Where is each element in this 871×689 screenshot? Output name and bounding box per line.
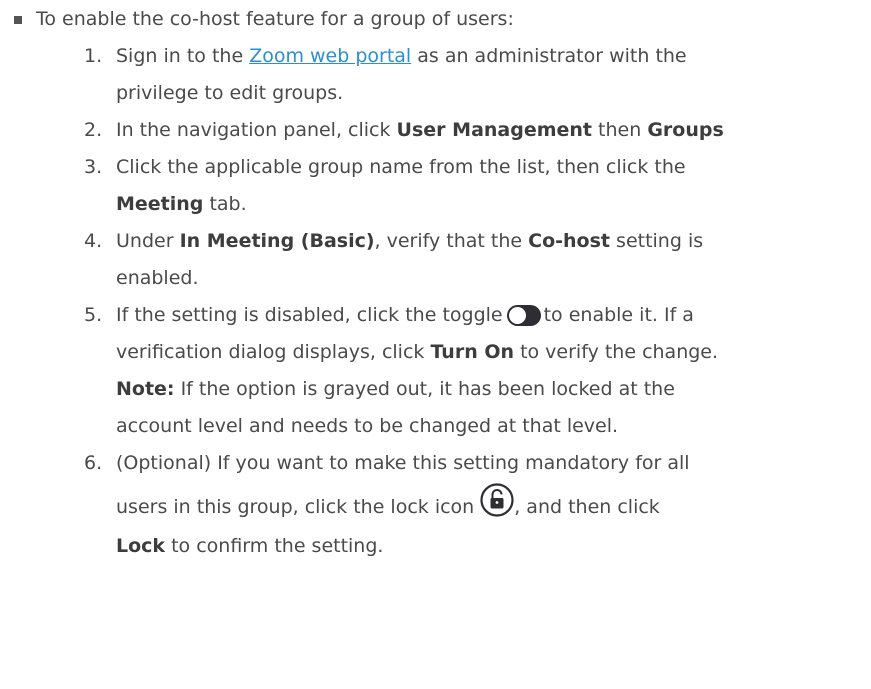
step-line: Click the applicable group name from the… — [116, 156, 686, 178]
step-line: Meeting tab. — [116, 186, 851, 223]
step-text: If the setting is disabled, click the to… — [116, 304, 503, 326]
step-line: If the setting is disabled, click the to… — [116, 297, 851, 334]
note-line: Note: If the option is grayed out, it ha… — [116, 371, 851, 408]
bold-term: Lock — [116, 535, 166, 557]
step-line: In the navigation panel, click User Mana… — [116, 112, 851, 149]
step-number: 3. — [84, 156, 103, 178]
bold-term: Groups — [647, 119, 724, 141]
step-number: 1. — [84, 45, 103, 67]
step-line: account level and needs to be changed at… — [116, 415, 619, 437]
step-text: If the option is grayed out, it has been… — [174, 378, 675, 400]
step-text: to confirm the setting. — [165, 535, 384, 557]
bold-term: Meeting — [116, 193, 204, 215]
step-line: enabled. — [116, 267, 199, 289]
list-item: 5. If the setting is disabled, click the… — [0, 297, 871, 445]
step-line: Under In Meeting (Basic), verify that th… — [116, 223, 851, 260]
bold-term: In Meeting (Basic) — [179, 230, 375, 252]
square-bullet-icon — [14, 15, 22, 24]
list-item: 6. (Optional) If you want to make this s… — [0, 445, 871, 565]
intro-text: To enable the co-host feature for a grou… — [36, 8, 514, 30]
list-item: 1. Sign in to the Zoom web portal as an … — [0, 38, 871, 112]
step-text: verification dialog displays, click — [116, 341, 431, 363]
step-text: Under — [116, 230, 180, 252]
step-text: to verify the change. — [514, 341, 719, 363]
zoom-web-portal-link[interactable]: Zoom web portal — [249, 45, 411, 67]
step-line: privilege to edit groups. — [116, 82, 344, 104]
note-label: Note: — [116, 378, 175, 400]
step-line: users in this group, click the lock icon… — [116, 482, 851, 528]
step-line: Lock to confirm the setting. — [116, 528, 851, 565]
step-number: 2. — [84, 119, 103, 141]
instructions-document: To enable the co-host feature for a grou… — [0, 0, 871, 689]
step-text: tab. — [203, 193, 247, 215]
step-line: (Optional) If you want to make this sett… — [116, 452, 690, 474]
step-text: In the navigation panel, click — [116, 119, 397, 141]
step-text: Sign in to the — [116, 45, 250, 67]
intro-line: To enable the co-host feature for a grou… — [0, 1, 514, 38]
list-item: 4. Under In Meeting (Basic), verify that… — [0, 223, 871, 297]
toggle-off-icon[interactable] — [506, 305, 541, 326]
unlock-icon[interactable] — [480, 483, 514, 517]
step-text: users in this group, click the lock icon — [116, 496, 475, 518]
bold-term: Turn On — [430, 341, 515, 363]
step-number: 6. — [84, 452, 103, 474]
list-item: 2. In the navigation panel, click User M… — [0, 112, 871, 149]
step-number: 4. — [84, 230, 103, 252]
steps-list: 1. Sign in to the Zoom web portal as an … — [0, 38, 871, 565]
step-text: , and then click — [514, 496, 660, 518]
bold-term: Co-host — [528, 230, 610, 252]
step-line: Sign in to the Zoom web portal as an adm… — [116, 38, 851, 75]
list-item: 3. Click the applicable group name from … — [0, 149, 871, 223]
step-number: 5. — [84, 304, 103, 326]
step-text: , verify that the — [374, 230, 529, 252]
step-line: verification dialog displays, click Turn… — [116, 334, 851, 371]
bold-term: User Management — [396, 119, 593, 141]
step-text: to enable it. If a — [543, 304, 694, 326]
step-text: then — [592, 119, 648, 141]
step-text: setting is — [610, 230, 704, 252]
step-text: as an administrator with the — [411, 45, 687, 67]
